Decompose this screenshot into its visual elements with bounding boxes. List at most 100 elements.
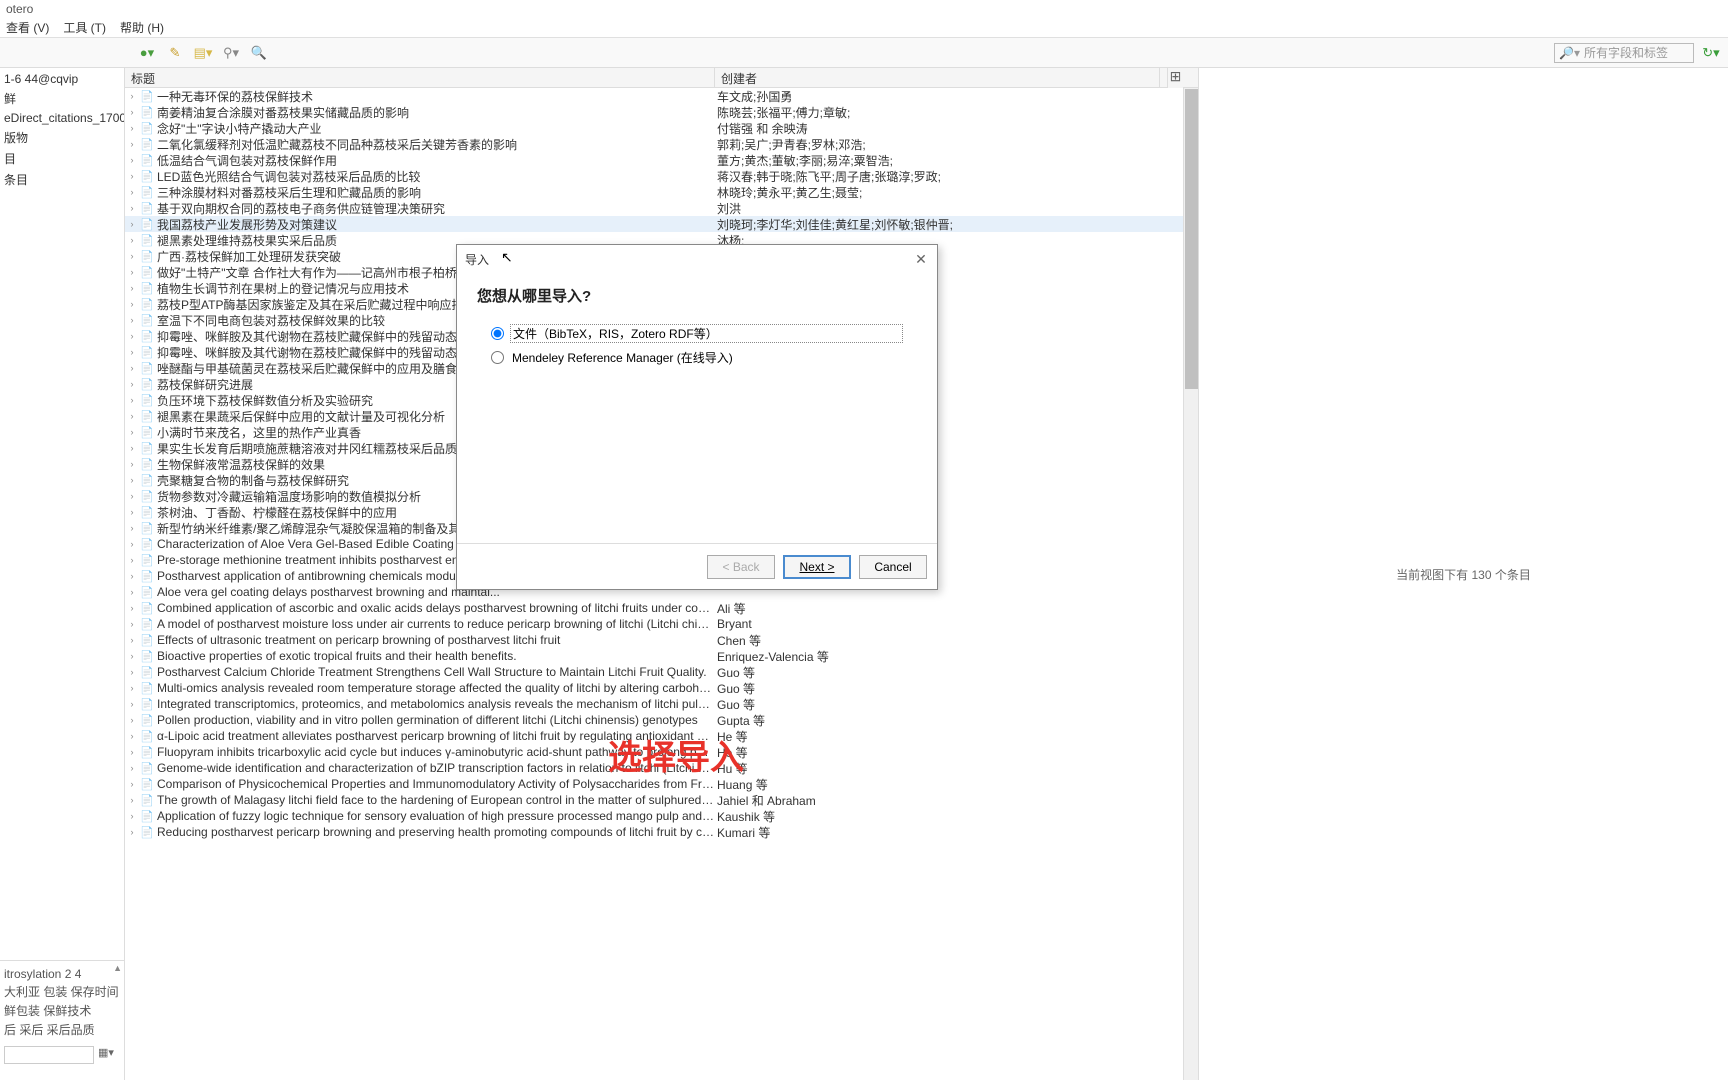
expand-icon[interactable]: › — [125, 427, 139, 437]
table-row[interactable]: ›📄Reducing postharvest pericarp browning… — [125, 824, 1198, 840]
table-row[interactable]: ›📄α-Lipoic acid treatment alleviates pos… — [125, 728, 1198, 744]
expand-icon[interactable]: › — [125, 587, 139, 597]
expand-icon[interactable]: › — [125, 139, 139, 149]
table-row[interactable]: ›📄Bioactive properties of exotic tropica… — [125, 648, 1198, 664]
wand-icon[interactable]: ✎ — [166, 44, 184, 62]
sync-icon[interactable]: ↻▾ — [1702, 44, 1720, 62]
radio-mendeley[interactable] — [491, 351, 504, 364]
tag-line[interactable]: 后 采后 采后品质 — [4, 1021, 120, 1038]
expand-icon[interactable]: › — [125, 395, 139, 405]
table-row[interactable]: ›📄南姜精油复合涂膜对番荔枝果实储藏品质的影响陈晓芸;张福平;傅力;章敏; — [125, 104, 1198, 120]
table-row[interactable]: ›📄念好"土"字诀小特产撬动大产业付锴强 和 余映涛 — [125, 120, 1198, 136]
expand-icon[interactable]: › — [125, 699, 139, 709]
expand-icon[interactable]: › — [125, 267, 139, 277]
tag-filter-input[interactable] — [4, 1046, 94, 1064]
collection-item[interactable]: 版物 — [0, 127, 124, 148]
cancel-button[interactable]: Cancel — [859, 555, 927, 579]
table-row[interactable]: ›📄低温结合气调包装对荔枝保鲜作用董方;黄杰;董敏;李丽;易淬;粟智浩; — [125, 152, 1198, 168]
expand-icon[interactable]: › — [125, 779, 139, 789]
table-row[interactable]: ›📄二氧化氯缓释剂对低温贮藏荔枝不同品种荔枝采后关键芳香素的影响郭莉;吴广;尹青… — [125, 136, 1198, 152]
expand-icon[interactable]: › — [125, 219, 139, 229]
collection-item[interactable]: eDirect_citations_17001... — [0, 109, 124, 127]
table-row[interactable]: ›📄Effects of ultrasonic treatment on per… — [125, 632, 1198, 648]
expand-icon[interactable]: › — [125, 475, 139, 485]
collection-item[interactable]: 鲜 — [0, 88, 124, 109]
expand-icon[interactable]: › — [125, 235, 139, 245]
table-row[interactable]: ›📄三种涂膜材料对番荔枝采后生理和贮藏品质的影响林晓玲;黄永平;黄乙生;聂莹; — [125, 184, 1198, 200]
expand-icon[interactable]: › — [125, 635, 139, 645]
expand-icon[interactable]: › — [125, 379, 139, 389]
expand-icon[interactable]: › — [125, 91, 139, 101]
table-row[interactable]: ›📄Application of fuzzy logic technique f… — [125, 808, 1198, 824]
expand-icon[interactable]: › — [125, 491, 139, 501]
table-row[interactable]: ›📄Fluopyram inhibits tricarboxylic acid … — [125, 744, 1198, 760]
expand-icon[interactable]: › — [125, 123, 139, 133]
table-row[interactable]: ›📄Integrated transcriptomics, proteomics… — [125, 696, 1198, 712]
table-row[interactable]: ›📄我国荔枝产业发展形势及对策建议刘晓珂;李灯华;刘佳佳;黄红星;刘怀敏;银仲晋… — [125, 216, 1198, 232]
expand-icon[interactable]: › — [125, 555, 139, 565]
column-title[interactable]: 标题 — [125, 68, 715, 87]
table-row[interactable]: ›📄Multi-omics analysis revealed room tem… — [125, 680, 1198, 696]
table-row[interactable]: ›📄Combined application of ascorbic and o… — [125, 600, 1198, 616]
table-row[interactable]: ›📄Pollen production, viability and in vi… — [125, 712, 1198, 728]
radio-file[interactable] — [491, 327, 504, 340]
collection-item[interactable]: 条目 — [0, 169, 124, 190]
table-row[interactable]: ›📄The growth of Malagasy litchi field fa… — [125, 792, 1198, 808]
expand-icon[interactable]: › — [125, 203, 139, 213]
collection-item[interactable]: 目 — [0, 148, 124, 169]
expand-icon[interactable]: › — [125, 603, 139, 613]
expand-icon[interactable]: › — [125, 251, 139, 261]
expand-icon[interactable]: › — [125, 651, 139, 661]
expand-icon[interactable]: › — [125, 811, 139, 821]
attach-icon[interactable]: ⚲▾ — [222, 44, 240, 62]
expand-icon[interactable]: › — [125, 411, 139, 421]
tag-menu-icon[interactable]: ▦▾ — [98, 1046, 114, 1059]
collection-item[interactable]: 1-6 44@cqvip — [0, 70, 124, 88]
table-row[interactable]: ›📄Postharvest Calcium Chloride Treatment… — [125, 664, 1198, 680]
column-creator[interactable]: 创建者 — [715, 68, 1160, 87]
table-row[interactable]: ›📄A model of postharvest moisture loss u… — [125, 616, 1198, 632]
expand-icon[interactable]: › — [125, 507, 139, 517]
table-row[interactable]: ›📄Comparison of Physicochemical Properti… — [125, 776, 1198, 792]
menu-help[interactable]: 帮助 (H) — [120, 19, 164, 36]
expand-icon[interactable]: › — [125, 155, 139, 165]
column-picker-icon[interactable]: ⊞ — [1167, 68, 1183, 88]
new-item-icon[interactable]: ●▾ — [138, 44, 156, 62]
expand-icon[interactable]: › — [125, 715, 139, 725]
expand-icon[interactable]: › — [125, 171, 139, 181]
expand-icon[interactable]: › — [125, 523, 139, 533]
import-option-mendeley[interactable]: Mendeley Reference Manager (在线导入) — [491, 349, 903, 366]
expand-icon[interactable]: › — [125, 667, 139, 677]
tag-line[interactable]: itrosylation 2 4 — [4, 967, 120, 981]
table-row[interactable]: ›📄一种无毒环保的荔枝保鲜技术车文成;孙国勇 — [125, 88, 1198, 104]
tag-line[interactable]: 鲜包装 保鲜技术 — [4, 1002, 120, 1019]
close-icon[interactable]: ✕ — [913, 251, 929, 267]
tag-line[interactable]: 大利亚 包装 保存时间 — [4, 983, 120, 1000]
expand-icon[interactable]: › — [125, 763, 139, 773]
note-icon[interactable]: ▤▾ — [194, 44, 212, 62]
search-input[interactable]: 🔎▾ 所有字段和标签 — [1554, 43, 1694, 63]
menu-view[interactable]: 查看 (V) — [6, 19, 49, 36]
expand-icon[interactable]: › — [125, 571, 139, 581]
expand-icon[interactable]: › — [125, 747, 139, 757]
expand-icon[interactable]: › — [125, 299, 139, 309]
table-row[interactable]: ›📄LED蓝色光照结合气调包装对荔枝采后品质的比较蒋汉春;韩于晓;陈飞平;周子唐… — [125, 168, 1198, 184]
table-row[interactable]: ›📄基于双向期权合同的荔枝电子商务供应链管理决策研究刘洪 — [125, 200, 1198, 216]
expand-icon[interactable]: › — [125, 331, 139, 341]
expand-icon[interactable]: › — [125, 363, 139, 373]
expand-icon[interactable]: › — [125, 731, 139, 741]
expand-icon[interactable]: › — [125, 315, 139, 325]
expand-icon[interactable]: › — [125, 795, 139, 805]
expand-icon[interactable]: › — [125, 619, 139, 629]
search-icon[interactable]: 🔍 — [250, 44, 268, 62]
next-button[interactable]: Next > — [783, 555, 851, 579]
expand-icon[interactable]: › — [125, 283, 139, 293]
expand-icon[interactable]: › — [125, 683, 139, 693]
expand-icon[interactable]: › — [125, 443, 139, 453]
table-row[interactable]: ›📄Genome-wide identification and charact… — [125, 760, 1198, 776]
menu-tools[interactable]: 工具 (T) — [63, 19, 106, 36]
expand-icon[interactable]: › — [125, 187, 139, 197]
expand-icon[interactable]: › — [125, 539, 139, 549]
expand-icon[interactable]: › — [125, 459, 139, 469]
expand-icon[interactable]: › — [125, 347, 139, 357]
